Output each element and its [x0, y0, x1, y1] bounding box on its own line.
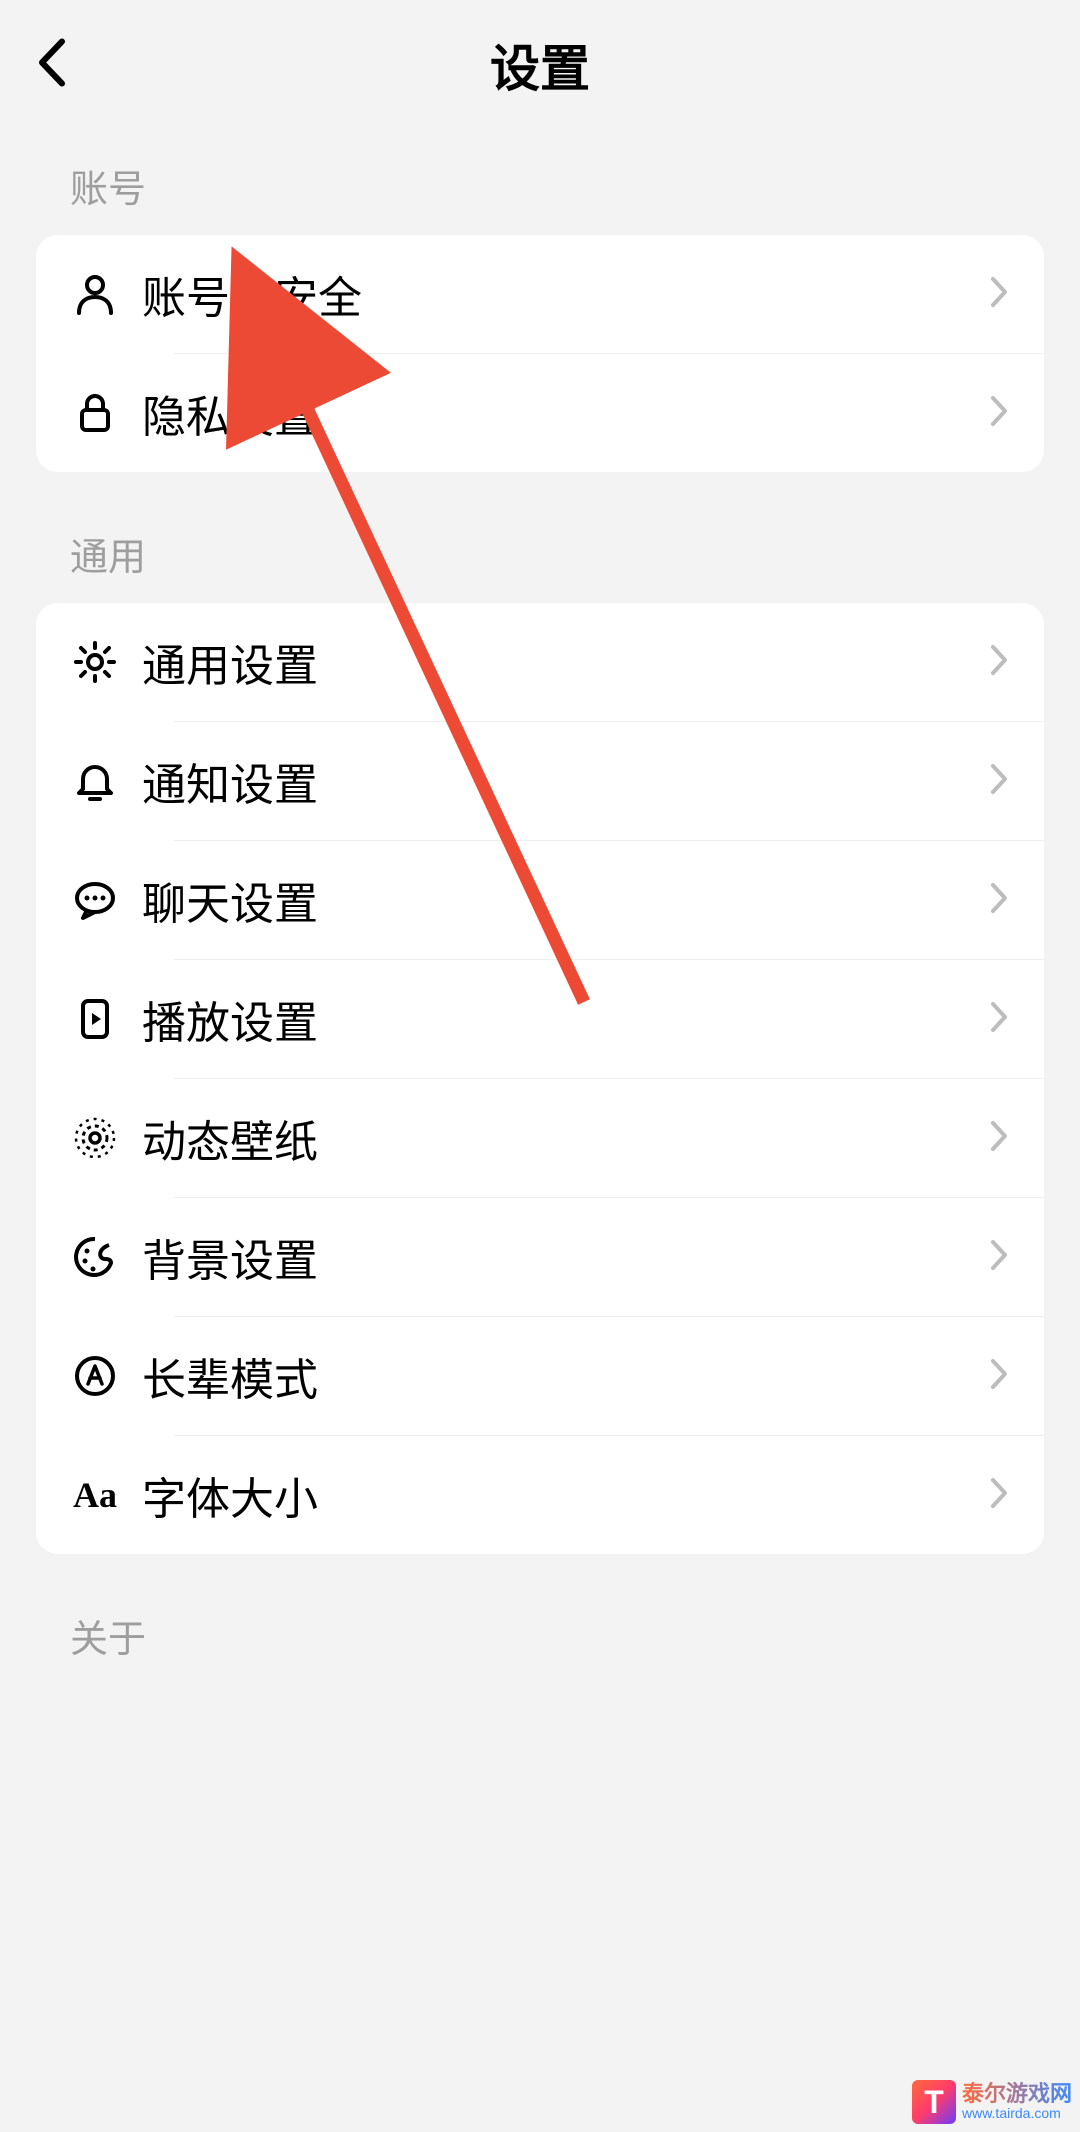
palette-icon: [72, 1234, 118, 1280]
watermark-logo-icon: T: [912, 2080, 956, 2124]
row-label: 背景设置: [142, 1225, 990, 1289]
row-label: 长辈模式: [142, 1344, 990, 1408]
page-title: 设置: [36, 29, 1044, 101]
row-privacy-settings[interactable]: 隐私设置: [36, 354, 1044, 472]
row-playback-settings[interactable]: 播放设置: [36, 960, 1044, 1078]
chevron-right-icon: [990, 1477, 1008, 1514]
row-label: 聊天设置: [142, 868, 990, 932]
chevron-right-icon: [990, 882, 1008, 919]
row-label: 动态壁纸: [142, 1106, 990, 1170]
row-label: 隐私设置: [142, 381, 990, 445]
chevron-right-icon: [990, 1358, 1008, 1395]
play-device-icon: [72, 996, 118, 1042]
row-font-size[interactable]: Aa 字体大小: [36, 1436, 1044, 1554]
section-label-account: 账号: [0, 130, 1080, 235]
row-elder-mode[interactable]: 长辈模式: [36, 1317, 1044, 1435]
section-label-general: 通用: [0, 472, 1080, 603]
row-background-settings[interactable]: 背景设置: [36, 1198, 1044, 1316]
live-wallpaper-icon: [72, 1115, 118, 1161]
user-icon: [72, 271, 118, 317]
chevron-right-icon: [990, 1120, 1008, 1157]
row-label: 通知设置: [142, 749, 990, 813]
chevron-right-icon: [990, 1001, 1008, 1038]
chevron-right-icon: [990, 763, 1008, 800]
watermark: T 泰尔游戏网 www.tairda.com: [912, 2080, 1072, 2124]
row-label: 播放设置: [142, 987, 990, 1051]
back-icon: [36, 38, 66, 88]
chevron-right-icon: [990, 276, 1008, 313]
lock-icon: [72, 390, 118, 436]
watermark-name: 泰尔游戏网: [962, 2082, 1072, 2106]
chevron-right-icon: [990, 1239, 1008, 1276]
row-chat-settings[interactable]: 聊天设置: [36, 841, 1044, 959]
chat-icon: [72, 877, 118, 923]
row-label: 字体大小: [142, 1463, 990, 1527]
bell-icon: [72, 758, 118, 804]
back-button[interactable]: [36, 38, 66, 93]
header: 设置: [0, 0, 1080, 130]
card-account: 账号与安全 隐私设置: [36, 235, 1044, 472]
row-notification-settings[interactable]: 通知设置: [36, 722, 1044, 840]
section-label-about: 关于: [0, 1554, 1080, 1685]
row-label: 通用设置: [142, 630, 990, 694]
row-live-wallpaper[interactable]: 动态壁纸: [36, 1079, 1044, 1197]
elder-mode-icon: [72, 1353, 118, 1399]
watermark-url: www.tairda.com: [962, 2106, 1072, 2121]
chevron-right-icon: [990, 644, 1008, 681]
card-general: 通用设置 通知设置 聊天设置: [36, 603, 1044, 1554]
row-account-security[interactable]: 账号与安全: [36, 235, 1044, 353]
row-general-settings[interactable]: 通用设置: [36, 603, 1044, 721]
chevron-right-icon: [990, 395, 1008, 432]
font-size-icon: Aa: [72, 1472, 118, 1518]
row-label: 账号与安全: [142, 262, 990, 326]
gear-icon: [72, 639, 118, 685]
